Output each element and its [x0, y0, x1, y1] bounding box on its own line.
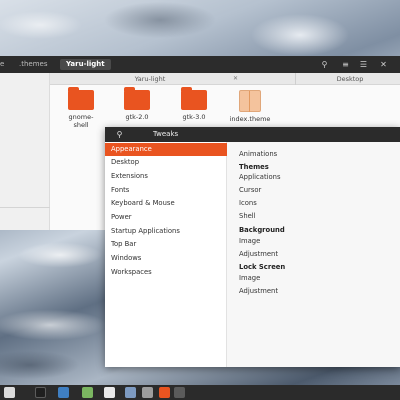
- background-heading: Background: [239, 226, 285, 234]
- sidebar-item-windows[interactable]: Windows: [105, 252, 227, 265]
- breadcrumb-themes[interactable]: .themes: [19, 59, 48, 70]
- folder-gtk-3[interactable]: gtk-3.0: [172, 87, 216, 121]
- close-icon[interactable]: ✕: [378, 59, 389, 70]
- themes-heading: Themes: [239, 163, 269, 171]
- files-icon[interactable]: [58, 387, 69, 398]
- tab-desktop[interactable]: Desktop: [320, 73, 380, 85]
- lock-screen-adjustment-label[interactable]: Adjustment: [239, 287, 278, 296]
- background-image-label[interactable]: Image: [239, 237, 260, 246]
- taskbar: [0, 385, 400, 400]
- sidebar-item-workspaces[interactable]: Workspaces: [105, 266, 227, 279]
- file-index-theme[interactable]: index.theme: [226, 90, 274, 123]
- folder-label: gtk-3.0: [182, 113, 206, 121]
- appearance-panel: Animations Themes Applications Cursor Ic…: [227, 142, 400, 367]
- list-view-icon[interactable]: ≡: [340, 59, 351, 70]
- media-icon[interactable]: [174, 387, 185, 398]
- folder-icon: [124, 87, 150, 110]
- sidebar-item-startup-applications[interactable]: Startup Applications: [105, 225, 227, 238]
- tab-close-icon[interactable]: ✕: [233, 73, 238, 85]
- files-sidebar: [0, 73, 50, 230]
- cursor-theme-label[interactable]: Cursor: [239, 186, 261, 195]
- file-label: index.theme: [229, 115, 271, 123]
- breadcrumb-yaru-light[interactable]: Yaru-light: [60, 59, 111, 70]
- menu-icon[interactable]: ☰: [358, 59, 369, 70]
- folder-icon: [181, 87, 207, 110]
- tab-separator: [295, 73, 296, 85]
- search-icon[interactable]: ⚲: [319, 59, 330, 70]
- app-icon[interactable]: [159, 387, 170, 398]
- tab-yaru-light[interactable]: Yaru-light: [120, 73, 180, 85]
- tweaks-header: ⚲ Tweaks: [105, 127, 400, 142]
- breadcrumb-lead[interactable]: e: [0, 59, 4, 70]
- background-adjustment-label[interactable]: Adjustment: [239, 250, 278, 259]
- folder-label: gtk-2.0: [125, 113, 149, 121]
- sidebar-item-appearance[interactable]: Appearance: [105, 143, 227, 156]
- folder-gnome-shell[interactable]: gnome- shell: [59, 87, 103, 129]
- folder-gtk-2[interactable]: gtk-2.0: [115, 87, 159, 121]
- window-icon[interactable]: [4, 387, 15, 398]
- settings-icon[interactable]: [142, 387, 153, 398]
- icons-theme-label[interactable]: Icons: [239, 199, 257, 208]
- document-icon: [239, 90, 261, 112]
- sidebar-item-fonts[interactable]: Fonts: [105, 184, 227, 197]
- shell-theme-label[interactable]: Shell: [239, 212, 256, 221]
- folder-icon: [68, 87, 94, 110]
- sidebar-item-keyboard-mouse[interactable]: Keyboard & Mouse: [105, 197, 227, 210]
- chat-icon[interactable]: [82, 387, 93, 398]
- tweaks-window: ⚲ Tweaks Appearance Desktop Extensions F…: [105, 127, 400, 367]
- sidebar-item-top-bar[interactable]: Top Bar: [105, 238, 227, 251]
- wallpaper-top: [0, 0, 400, 60]
- window-title: Tweaks: [153, 130, 179, 138]
- sidebar-item-power[interactable]: Power: [105, 211, 227, 224]
- tweaks-sidebar: Appearance Desktop Extensions Fonts Keyb…: [105, 142, 227, 367]
- lock-screen-image-label[interactable]: Image: [239, 274, 260, 283]
- box-icon[interactable]: [125, 387, 136, 398]
- tab-strip: Yaru-light ✕ Desktop: [50, 73, 400, 85]
- software-icon[interactable]: [104, 387, 115, 398]
- applications-theme-label[interactable]: Applications: [239, 173, 281, 182]
- animations-label[interactable]: Animations: [239, 150, 277, 159]
- files-header: e .themes Yaru-light ⚲ ≡ ☰ ✕: [0, 56, 400, 73]
- sidebar-item-extensions[interactable]: Extensions: [105, 170, 227, 183]
- search-icon[interactable]: ⚲: [114, 129, 125, 140]
- sidebar-item-desktop[interactable]: Desktop: [105, 156, 227, 169]
- sidebar-divider: [0, 207, 50, 208]
- folder-label: gnome- shell: [68, 113, 94, 129]
- lock-screen-heading: Lock Screen: [239, 263, 286, 271]
- terminal-icon[interactable]: [35, 387, 46, 398]
